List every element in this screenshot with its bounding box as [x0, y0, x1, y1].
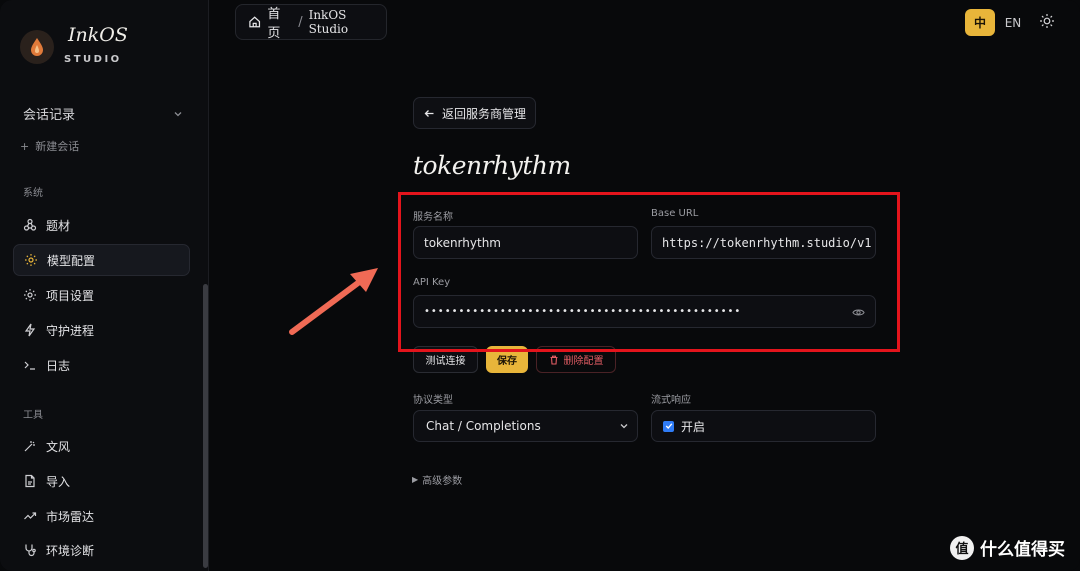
chevron-down-icon	[620, 424, 628, 429]
sessions-label: 会话记录	[23, 108, 76, 123]
sidebar-item-label: 文风	[46, 439, 71, 454]
lang-zh-button[interactable]: 中	[965, 9, 995, 36]
gear-icon	[23, 288, 37, 302]
watermark-text: 什么值得买	[980, 540, 1065, 560]
breadcrumb-separator: /	[298, 14, 303, 30]
protocol-label: 协议类型	[413, 395, 453, 406]
sidebar-scrollbar[interactable]	[203, 284, 208, 568]
checkbox-checked-icon[interactable]	[663, 420, 674, 432]
sidebar-item-logs[interactable]: 日志	[13, 349, 190, 381]
new-session-button[interactable]: + 新建会话	[20, 138, 79, 154]
protocol-select[interactable]: Chat / Completions	[413, 410, 638, 442]
chevron-down-icon	[174, 111, 182, 116]
app-window: InkOS STUDIO 会话记录 + 新建会话 系统 题材 模型配置 项目设置…	[0, 0, 1080, 571]
breadcrumb-current: InkOS Studio	[308, 8, 349, 36]
sidebar-item-topics[interactable]: 题材	[13, 209, 190, 241]
new-session-label: 新建会话	[35, 140, 80, 153]
sidebar-item-label: 导入	[46, 474, 71, 489]
advanced-params-toggle[interactable]: ▶ 高级参数	[412, 472, 462, 487]
lightning-icon	[23, 323, 37, 337]
back-label: 返回服务商管理	[442, 106, 527, 121]
sidebar-item-label: 日志	[46, 358, 71, 373]
sidebar-item-model-config[interactable]: 模型配置	[13, 244, 190, 276]
file-icon	[23, 474, 37, 488]
delete-label: 删除配置	[563, 356, 604, 367]
sidebar-item-daemon[interactable]: 守护进程	[13, 314, 190, 346]
gear-icon	[24, 253, 38, 267]
sidebar-item-label: 市场雷达	[46, 509, 95, 524]
plus-icon: +	[20, 139, 30, 153]
home-icon[interactable]	[248, 15, 261, 29]
arrow-left-icon	[424, 109, 434, 117]
wand-icon	[23, 439, 37, 453]
stethoscope-icon	[23, 543, 37, 557]
caret-right-icon: ▶	[412, 475, 419, 484]
watermark-logo-icon: 值	[950, 535, 974, 560]
sidebar-item-diagnostics[interactable]: 环境诊断	[13, 534, 190, 566]
sidebar-item-market-radar[interactable]: 市场雷达	[13, 500, 190, 532]
app-subtitle: STUDIO	[64, 54, 122, 65]
app-logo-icon	[20, 30, 54, 64]
trash-icon	[550, 355, 557, 365]
sidebar-item-label: 题材	[46, 218, 71, 233]
sessions-toggle[interactable]: 会话记录	[23, 104, 183, 123]
sidebar-item-label: 守护进程	[46, 323, 95, 338]
back-to-providers-button[interactable]: 返回服务商管理	[413, 97, 536, 129]
sidebar-item-style[interactable]: 文风	[13, 430, 190, 462]
stream-value: 开启	[681, 419, 706, 434]
sun-icon[interactable]	[1039, 13, 1055, 29]
page-title: tokenrhythm	[413, 151, 571, 180]
breadcrumb-home[interactable]: 首页	[267, 3, 292, 41]
lang-en-button[interactable]: EN	[998, 9, 1028, 36]
sidebar: InkOS STUDIO 会话记录 + 新建会话 系统 题材 模型配置 项目设置…	[0, 0, 209, 571]
stream-label: 流式响应	[651, 395, 691, 406]
trend-icon	[23, 509, 37, 523]
advanced-label: 高级参数	[422, 476, 463, 487]
protocol-value: Chat / Completions	[426, 419, 541, 433]
watermark: 值 什么值得买	[950, 535, 1065, 560]
annotation-highlight-box	[398, 192, 900, 352]
sidebar-item-label: 模型配置	[47, 253, 96, 268]
sidebar-item-import[interactable]: 导入	[13, 465, 190, 497]
breadcrumb: 首页 / InkOS Studio	[235, 3, 387, 41]
system-section-label: 系统	[23, 188, 43, 199]
annotation-arrow-icon	[289, 268, 378, 335]
sidebar-item-project-settings[interactable]: 项目设置	[13, 279, 190, 311]
stream-toggle[interactable]: 开启	[651, 410, 876, 442]
app-name: InkOS	[68, 24, 128, 46]
sidebar-item-label: 环境诊断	[46, 543, 95, 558]
terminal-icon	[23, 358, 37, 372]
tools-section-label: 工具	[23, 410, 43, 421]
sidebar-item-label: 项目设置	[46, 288, 95, 303]
network-icon	[23, 218, 37, 232]
